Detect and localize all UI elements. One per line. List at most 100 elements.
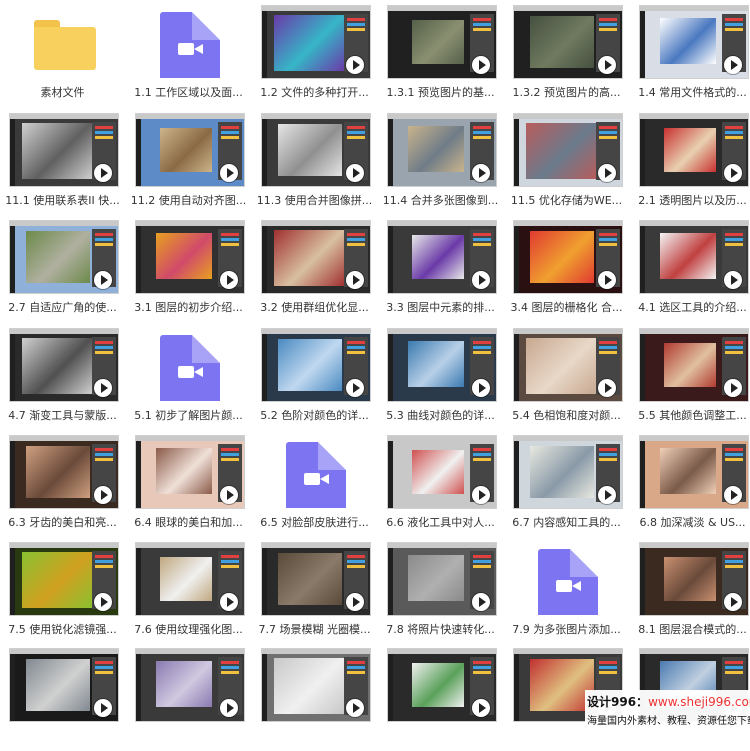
grid-item[interactable]: 11.2 使用自动对齐图... [126, 108, 251, 216]
grid-item[interactable]: 6.7 内容感知工具的... [504, 430, 629, 538]
play-icon[interactable] [724, 56, 742, 74]
video-thumbnail [10, 436, 118, 508]
play-icon[interactable] [94, 164, 112, 182]
grid-item-label: 11.5 优化存储为WE... [510, 194, 623, 207]
video-thumbnail [10, 649, 118, 721]
grid-item[interactable]: 8.1 图层混合模式的... [630, 537, 750, 645]
play-icon[interactable] [598, 379, 616, 397]
play-icon[interactable] [598, 164, 616, 182]
grid-item[interactable]: 5.1 初步了解图片颜... [126, 323, 251, 431]
watermark-site: www.sheji996.com [648, 695, 750, 709]
play-icon[interactable] [220, 593, 238, 611]
grid-item-label: 7.7 场景模糊 光圈模... [258, 623, 371, 636]
play-icon[interactable] [220, 271, 238, 289]
play-icon[interactable] [472, 699, 490, 717]
grid-item[interactable] [252, 643, 377, 751]
grid-item-label: 5.3 曲线对颜色的详... [386, 409, 495, 422]
grid-item-label: 3.4 图层的栅格化 合... [510, 301, 623, 314]
grid-item[interactable] [378, 643, 503, 751]
play-icon[interactable] [220, 164, 238, 182]
play-icon[interactable] [220, 486, 238, 504]
grid-item[interactable]: 5.4 色相饱和度对颜... [504, 323, 629, 431]
grid-item[interactable]: 3.2 使用群组优化显... [252, 215, 377, 323]
grid-item[interactable]: 11.5 优化存储为WE... [504, 108, 629, 216]
grid-item[interactable]: 素材文件 [0, 0, 125, 108]
grid-item[interactable] [0, 643, 125, 751]
grid-item[interactable]: 4.1 选区工具的介绍... [630, 215, 750, 323]
video-thumbnail [640, 543, 748, 615]
grid-item[interactable]: 11.4 合并多张图像到... [378, 108, 503, 216]
grid-item[interactable]: 1.2 文件的多种打开... [252, 0, 377, 108]
play-icon[interactable] [472, 379, 490, 397]
grid-item[interactable]: 11.3 使用合并图像拼... [252, 108, 377, 216]
play-icon[interactable] [346, 271, 364, 289]
video-file-icon [136, 329, 244, 401]
grid-item[interactable]: 3.4 图层的栅格化 合... [504, 215, 629, 323]
play-icon[interactable] [94, 486, 112, 504]
grid-item[interactable]: 7.5 使用锐化滤镜强... [0, 537, 125, 645]
grid-item[interactable]: 4.7 渐变工具与蒙版... [0, 323, 125, 431]
grid-item[interactable]: 3.1 图层的初步介绍... [126, 215, 251, 323]
grid-item[interactable]: 6.6 液化工具中对人... [378, 430, 503, 538]
grid-item[interactable]: 2.7 自适应广角的使... [0, 215, 125, 323]
grid-item[interactable]: 6.4 眼球的美白和加... [126, 430, 251, 538]
play-icon[interactable] [472, 486, 490, 504]
folder-icon [10, 6, 118, 78]
watermark-brand-line: 设计996：www.sheji996.com [587, 693, 750, 710]
grid-item-label: 6.8 加深减淡 & US... [639, 516, 746, 529]
grid-item[interactable]: 11.1 使用联系表II 快... [0, 108, 125, 216]
play-icon[interactable] [346, 593, 364, 611]
play-icon[interactable] [472, 56, 490, 74]
grid-item[interactable]: 7.9 为多张图片添加... [504, 537, 629, 645]
grid-item[interactable]: 7.8 将照片快速转化... [378, 537, 503, 645]
video-thumbnail [640, 6, 748, 78]
play-icon[interactable] [598, 486, 616, 504]
grid-item[interactable]: 3.3 图层中元素的排... [378, 215, 503, 323]
grid-item-label: 素材文件 [40, 86, 85, 99]
grid-item[interactable]: 1.3.2 预览图片的高... [504, 0, 629, 108]
play-icon[interactable] [472, 164, 490, 182]
grid-item-label: 5.2 色阶对颜色的详... [260, 409, 369, 422]
play-icon[interactable] [472, 271, 490, 289]
grid-item[interactable]: 1.3.1 预览图片的基... [378, 0, 503, 108]
grid-item[interactable]: 6.8 加深减淡 & US... [630, 430, 750, 538]
play-icon[interactable] [724, 271, 742, 289]
play-icon[interactable] [346, 379, 364, 397]
video-thumbnail [136, 114, 244, 186]
grid-item[interactable]: 6.3 牙齿的美白和亮... [0, 430, 125, 538]
play-icon[interactable] [724, 486, 742, 504]
watermark-slogan: 海量国内外素材、教程、资源任您下载 [587, 716, 750, 727]
grid-item-label: 4.7 渐变工具与蒙版... [8, 409, 117, 422]
play-icon[interactable] [94, 593, 112, 611]
grid-item[interactable]: 7.7 场景模糊 光圈模... [252, 537, 377, 645]
play-icon[interactable] [724, 593, 742, 611]
play-icon[interactable] [346, 56, 364, 74]
video-thumbnail [262, 221, 370, 293]
video-thumbnail [388, 649, 496, 721]
grid-item-label: 11.1 使用联系表II 快... [5, 194, 120, 207]
play-icon[interactable] [94, 699, 112, 717]
play-icon[interactable] [724, 164, 742, 182]
play-icon[interactable] [598, 271, 616, 289]
grid-item-label: 7.8 将照片快速转化... [386, 623, 495, 636]
grid-item-label: 5.4 色相饱和度对颜... [512, 409, 621, 422]
play-icon[interactable] [598, 56, 616, 74]
grid-item[interactable]: 5.2 色阶对颜色的详... [252, 323, 377, 431]
video-thumbnail [388, 436, 496, 508]
play-icon[interactable] [94, 271, 112, 289]
grid-item[interactable]: 7.6 使用纹理强化图... [126, 537, 251, 645]
video-file-icon [514, 543, 622, 615]
play-icon[interactable] [94, 379, 112, 397]
play-icon[interactable] [346, 164, 364, 182]
grid-item[interactable]: 1.1 工作区域以及面... [126, 0, 251, 108]
grid-item[interactable]: 5.3 曲线对颜色的详... [378, 323, 503, 431]
grid-item[interactable]: 1.4 常用文件格式的... [630, 0, 750, 108]
grid-item[interactable]: 2.1 透明图片以及历... [630, 108, 750, 216]
play-icon[interactable] [724, 379, 742, 397]
grid-item[interactable]: 5.5 其他颜色调整工... [630, 323, 750, 431]
grid-item[interactable] [126, 643, 251, 751]
play-icon[interactable] [220, 699, 238, 717]
grid-item[interactable]: 6.5 对脸部皮肤进行... [252, 430, 377, 538]
play-icon[interactable] [472, 593, 490, 611]
play-icon[interactable] [346, 699, 364, 717]
